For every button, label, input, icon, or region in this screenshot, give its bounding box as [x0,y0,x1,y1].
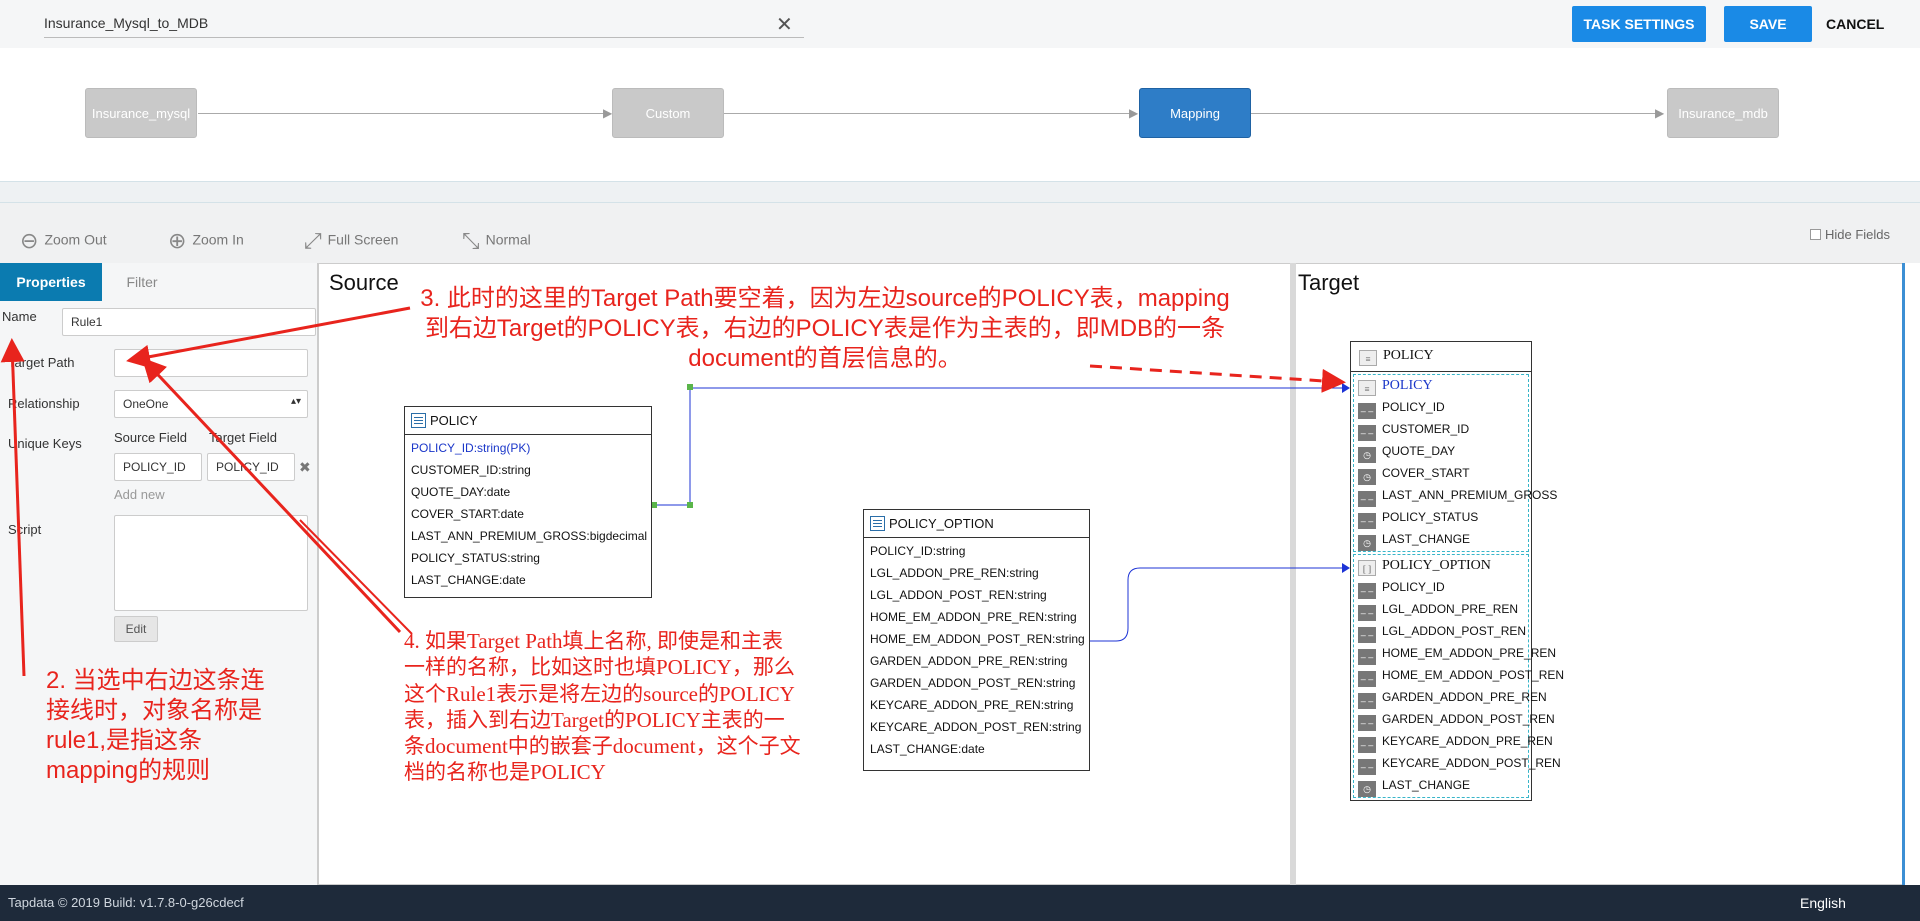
annotation-arrow [0,338,26,677]
language-selector[interactable]: English [1800,895,1846,911]
copyright-text: Tapdata © 2019 Build: v1.7.8-0-g26cdecf [8,895,244,910]
annotation-arrow [141,357,402,634]
annotation-note-2: 2. 当选中右边这条连接线时，对象名称是rule1,是指这条mapping的规则 [46,667,265,784]
footer: Tapdata © 2019 Build: v1.7.8-0-g26cdecf … [0,885,1920,921]
annotation-note-4: 4. 如果Target Path填上名称, 即使是和主表一样的名称，比如这时也填… [404,629,801,785]
annotation-arrow [126,306,411,369]
annotation-arrows [0,306,1346,677]
annotation-note-3: 3. 此时的这里的Target Path要空着，因为左边source的POLIC… [420,285,1230,372]
annotation-arrow [299,519,413,635]
